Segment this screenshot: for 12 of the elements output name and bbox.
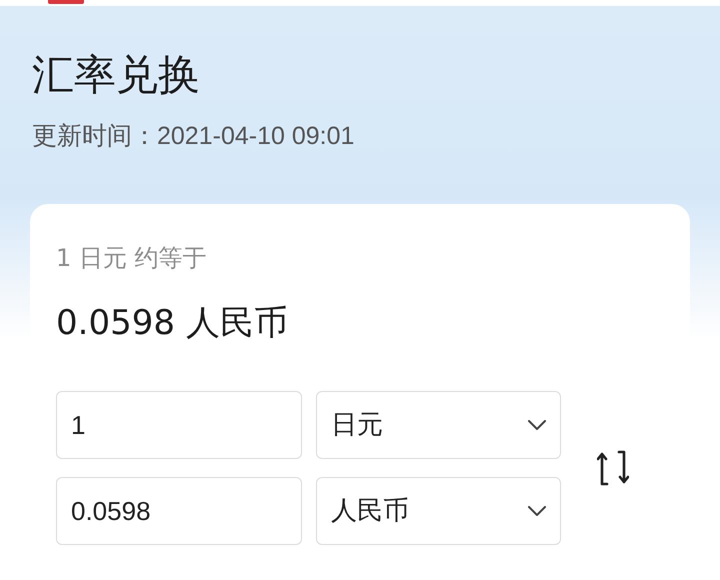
amount-field[interactable]: 0.0598	[56, 477, 302, 545]
chevron-down-icon	[528, 506, 546, 516]
update-time: 更新时间：2021-04-10 09:01	[32, 121, 356, 152]
currency-dropdown[interactable]: 日元	[316, 391, 561, 459]
rate-caption: 1 日元 约等于	[56, 243, 208, 274]
page-title: 汇率兑换	[32, 50, 201, 100]
tab-indicator	[48, 0, 84, 4]
chevron-down-icon	[528, 420, 546, 430]
rate-result: 0.0598 人民币	[56, 302, 289, 345]
currency-dropdown[interactable]: 人民币	[316, 477, 561, 545]
amount-field[interactable]: 1	[56, 391, 302, 459]
swap-icon[interactable]	[596, 450, 628, 486]
